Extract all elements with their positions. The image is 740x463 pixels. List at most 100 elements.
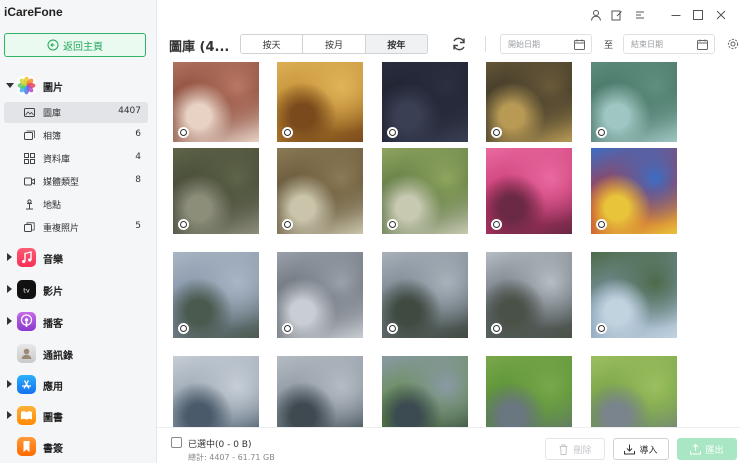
category-podcasts[interactable]: 播客 [0, 310, 156, 334]
delete-label: 刪除 [573, 445, 592, 456]
delete-button[interactable]: 刪除 [545, 438, 605, 460]
live-photo-icon [387, 219, 398, 230]
photo-thumbnail-dark-screen[interactable] [382, 62, 468, 142]
sidebar-item-database[interactable]: 資料庫 4 [4, 148, 148, 169]
photo-thumbnail-bridge-river[interactable] [382, 252, 468, 338]
category-contacts[interactable]: 通訊錄 [0, 342, 156, 366]
photo-thumbnail-pigeon-field[interactable] [591, 356, 677, 427]
sidebar-item-label: 圖庫 [43, 109, 62, 119]
expand-arrow-icon [7, 411, 12, 419]
feedback-edit-icon[interactable] [610, 8, 624, 22]
end-date-field[interactable]: 結束日期 [623, 34, 715, 54]
live-photo-icon [178, 127, 189, 138]
photo-thumbnail-pigeons[interactable] [382, 356, 468, 427]
contacts-icon [17, 344, 36, 363]
sidebar-item-label: 地點 [43, 201, 62, 211]
sidebar-item-media-types[interactable]: 媒體類型 8 [4, 171, 148, 192]
category-bookmarks[interactable]: 書簽 [0, 435, 156, 459]
photo-thumbnail-pavilion[interactable] [277, 148, 363, 234]
app-window: iCareFone 返回主頁 圖片 圖庫 4407 相簿 6 資料庫 4 媒體類… [0, 0, 740, 463]
sidebar: iCareFone 返回主頁 圖片 圖庫 4407 相簿 6 資料庫 4 媒體類… [0, 0, 157, 463]
category-photos[interactable]: 圖片 [0, 74, 156, 98]
tab-by-day[interactable]: 按天 [241, 35, 304, 53]
import-icon [624, 444, 636, 454]
duplicate-icon [24, 222, 35, 232]
calendar-icon[interactable] [574, 39, 585, 50]
import-button[interactable]: 導入 [613, 438, 669, 460]
sidebar-item-albums[interactable]: 相簿 6 [4, 125, 148, 146]
photo-thumbnail-bridge-arch[interactable] [277, 252, 363, 338]
photo-thumbnail-pizza[interactable] [277, 62, 363, 142]
photo-thumbnail-lake[interactable] [591, 62, 677, 142]
live-photo-icon [596, 219, 607, 230]
export-label: 匯出 [705, 445, 724, 456]
refresh-icon[interactable] [451, 36, 467, 52]
back-home-button[interactable]: 返回主頁 [4, 33, 146, 57]
sidebar-item-label: 資料庫 [43, 155, 71, 165]
category-label: 影片 [43, 287, 63, 298]
live-photo-icon [178, 219, 189, 230]
category-label: 書簽 [43, 444, 63, 455]
export-button[interactable]: 匯出 [677, 438, 737, 460]
gear-icon[interactable] [727, 38, 739, 50]
photo-thumbnail-bridge-reflection[interactable] [486, 252, 572, 338]
minimize-icon[interactable] [669, 8, 683, 22]
back-arrow-icon [47, 39, 59, 51]
photo-thumbnail-mask[interactable] [591, 148, 677, 234]
photo-thumbnail-city-river[interactable] [173, 252, 259, 338]
live-photo-icon [387, 127, 398, 138]
category-music[interactable]: 音樂 [0, 246, 156, 270]
view-mode-tabs: 按天 按月 按年 [240, 34, 428, 54]
category-label: 圖書 [43, 413, 63, 424]
live-photo-icon [596, 127, 607, 138]
live-photo-icon [596, 323, 607, 334]
category-label: 播客 [43, 319, 63, 330]
live-photo-icon [387, 323, 398, 334]
live-photo-icon [282, 219, 293, 230]
tab-by-month[interactable]: 按月 [303, 35, 366, 53]
live-photo-icon [178, 323, 189, 334]
sidebar-item-count: 4407 [118, 106, 141, 116]
photo-thumbnail-fountain[interactable] [173, 148, 259, 234]
sidebar-item-label: 重複照片 [43, 224, 80, 234]
sidebar-item-places[interactable]: 地點 [4, 194, 148, 215]
category-videos[interactable]: tv 影片 [0, 278, 156, 302]
close-icon[interactable] [714, 8, 728, 22]
sidebar-item-count: 8 [135, 175, 141, 185]
category-books[interactable]: 圖書 [0, 404, 156, 428]
calendar-icon[interactable] [697, 39, 708, 50]
sidebar-item-label: 媒體類型 [43, 178, 80, 188]
sidebar-item-library[interactable]: 圖庫 4407 [4, 102, 148, 123]
start-date-placeholder: 開始日期 [508, 40, 540, 49]
date-range-separator: 至 [604, 41, 614, 51]
divider [485, 36, 486, 52]
bookmark-icon [17, 437, 36, 456]
maximize-icon[interactable] [691, 8, 705, 22]
footer-bar: 已選中(0 - 0 B) 總計: 4407 - 61.71 GB 刪除 導入 匯… [157, 427, 740, 463]
photo-thumbnail-night-street[interactable] [486, 62, 572, 142]
photo-thumbnail-cloudy-harbor[interactable] [173, 356, 259, 427]
live-photo-icon [491, 219, 502, 230]
category-apps[interactable]: 應用 [0, 373, 156, 397]
sidebar-item-label: 相簿 [43, 132, 62, 142]
menu-icon[interactable] [633, 8, 647, 22]
tab-by-year[interactable]: 按年 [365, 35, 427, 53]
photo-thumbnail-pigeons-grass[interactable] [486, 356, 572, 427]
media-type-icon [24, 177, 35, 186]
account-icon[interactable] [589, 8, 603, 22]
photo-thumbnail-park-river[interactable] [591, 252, 677, 338]
import-label: 導入 [639, 445, 658, 456]
photo-thumbnail-cloudy-town[interactable] [277, 356, 363, 427]
sidebar-item-count: 4 [135, 152, 141, 162]
sidebar-item-duplicates[interactable]: 重複照片 5 [4, 217, 148, 238]
photo-thumbnail-flowers[interactable] [486, 148, 572, 234]
start-date-field[interactable]: 開始日期 [500, 34, 592, 54]
podcast-icon [17, 312, 36, 331]
photo-thumbnail-meat[interactable] [173, 62, 259, 142]
photo-thumbnail-vending[interactable] [382, 148, 468, 234]
books-icon [17, 406, 36, 425]
appletv-icon: tv [17, 280, 36, 299]
back-home-label: 返回主頁 [63, 41, 103, 53]
sidebar-item-count: 5 [135, 221, 141, 231]
select-all-checkbox[interactable] [171, 437, 182, 448]
